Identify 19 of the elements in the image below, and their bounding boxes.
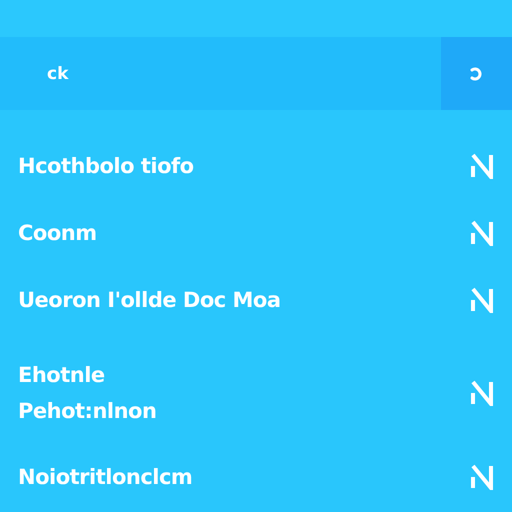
item-label: Ueoron I'ollde Doc Moa [18, 288, 281, 312]
list-item[interactable]: Ehotnle Pehot:nlnon [0, 333, 512, 443]
item-label: Pehot:nlnon [18, 399, 156, 423]
zigzag-icon [470, 380, 494, 406]
zigzag-icon [470, 152, 494, 178]
list-item[interactable]: Hcothbolo tiofo [0, 132, 512, 199]
item-label: Coonm [18, 220, 97, 244]
refresh-button[interactable] [441, 37, 512, 110]
list-item[interactable]: Coonm [0, 199, 512, 266]
zigzag-icon [470, 220, 494, 246]
header-title: ck [47, 64, 68, 84]
list-item[interactable]: Ueoron I'ollde Doc Moa [0, 266, 512, 333]
zigzag-icon [470, 286, 494, 312]
item-label: Hcothbolo tiofo [18, 154, 194, 178]
item-label: Noiotritlonclcm [18, 464, 192, 488]
item-label: Ehotnle [18, 363, 106, 387]
zigzag-icon [470, 464, 494, 490]
refresh-icon [468, 66, 484, 82]
list-item[interactable]: Noiotritlonclcm [0, 443, 512, 510]
